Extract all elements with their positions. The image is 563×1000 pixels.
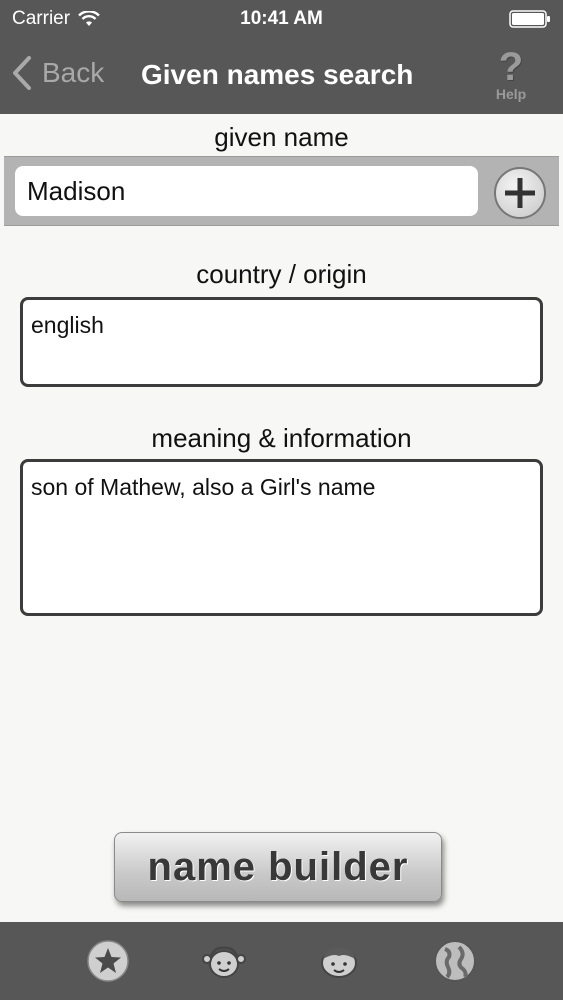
chevron-left-icon [13, 56, 31, 90]
given-name-label: given name [214, 122, 349, 152]
girl-face-icon[interactable] [200, 937, 248, 985]
origin-label: country / origin [196, 259, 367, 289]
navigation-bar: Back Given names search ? Help [0, 38, 563, 114]
tab-bar [0, 922, 563, 1000]
given-name-input[interactable] [15, 166, 478, 216]
meaning-label: meaning & information [151, 423, 412, 453]
boy-face-icon[interactable] [315, 937, 363, 985]
name-builder-button[interactable]: name builder [114, 832, 442, 902]
plus-icon [505, 178, 535, 208]
status-bar: Carrier 10:41 AM [0, 0, 563, 38]
meaning-field[interactable]: son of Mathew, also a Girl's name [20, 459, 543, 616]
given-name-row [4, 156, 559, 226]
back-label: Back [42, 57, 105, 88]
help-label: Help [495, 86, 527, 102]
page-title: Given names search [141, 59, 414, 90]
question-mark-icon: ? [498, 45, 524, 89]
back-button[interactable]: Back [12, 56, 104, 90]
globe-icon[interactable] [431, 937, 479, 985]
battery-icon [509, 10, 550, 28]
origin-field[interactable]: english [20, 297, 543, 387]
add-button[interactable] [494, 167, 546, 219]
star-icon[interactable] [84, 937, 132, 985]
help-button[interactable]: ? Help [487, 46, 535, 102]
status-time: 10:41 AM [240, 8, 323, 29]
